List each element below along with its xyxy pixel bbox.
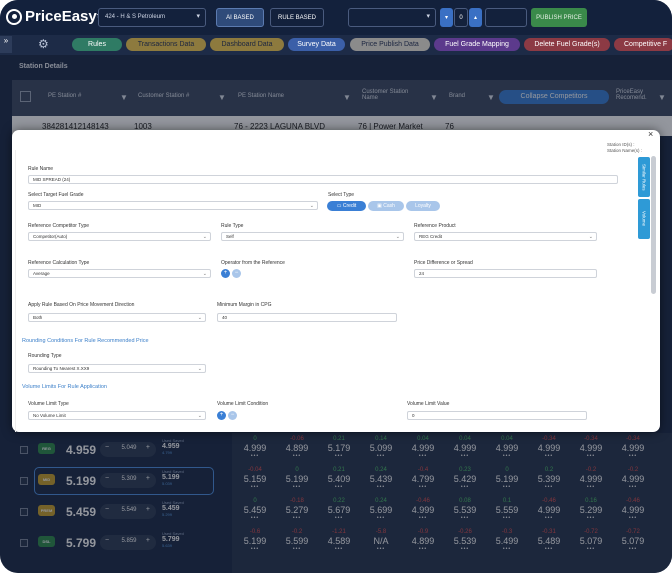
type-cash-button[interactable]: ▣ Cash bbox=[368, 201, 404, 211]
priceeasy-logo: PriceEasyTM bbox=[6, 8, 104, 25]
min-margin-input[interactable]: 40 bbox=[217, 313, 397, 322]
operator-minus-button[interactable]: − bbox=[232, 269, 241, 278]
rule-name-input[interactable]: MID SPREAD (24) bbox=[28, 175, 618, 184]
ref-product-value: REG Credit bbox=[419, 234, 443, 239]
min-margin-label: Minimum Margin in CPG bbox=[217, 302, 272, 308]
top-bar: PriceEasyTM 424 - H & S Petroleum ▾ AI BA… bbox=[0, 0, 672, 35]
decrement-button[interactable]: ▾ bbox=[440, 8, 453, 27]
chevron-down-icon: ⌄ bbox=[309, 203, 314, 209]
rule-type-label: Rule Type bbox=[221, 223, 244, 229]
filter-select[interactable]: ▾ bbox=[348, 8, 436, 27]
rounding-type-select[interactable]: Rounding To Nearest X.XX9 ⌄ bbox=[28, 364, 206, 373]
rule-type-value: Self bbox=[226, 234, 234, 239]
tab-survey-data[interactable]: Survey Data bbox=[288, 38, 345, 51]
volume-type-value: No Volume Limit bbox=[33, 413, 66, 418]
apply-rule-label: Apply Rule Based On Price Movement Direc… bbox=[28, 302, 135, 308]
tab-fuel-grade-mapping[interactable]: Fuel Grade Mapping bbox=[434, 38, 520, 51]
rule-name-label: Rule Name bbox=[28, 166, 54, 172]
logo-text: PriceEasy bbox=[25, 8, 97, 25]
ref-competitor-label: Reference Competitor Type bbox=[28, 223, 90, 229]
store-select-value: 424 - H & S Petroleum bbox=[105, 14, 166, 20]
station-ids-label: Station ID(s) : bbox=[607, 142, 635, 147]
rule-modal: × Station ID(s) : Station Name(s) : Rule… bbox=[12, 129, 660, 432]
tab-price-publish-data[interactable]: Price Publish Data bbox=[350, 38, 430, 51]
rule-type-select[interactable]: Self ⌄ bbox=[221, 232, 404, 241]
volume-section-title: Volume Limits For Rule Application bbox=[22, 384, 107, 390]
tab-competitive[interactable]: Competitive F bbox=[614, 38, 672, 51]
volume-type-label: Volume Limit Type bbox=[28, 401, 69, 407]
volume-minus-button[interactable]: − bbox=[228, 411, 237, 420]
ref-calc-label: Reference Calculation Type bbox=[28, 260, 90, 266]
type-loyalty-button[interactable]: Loyalty bbox=[406, 201, 440, 211]
tab-rules[interactable]: Rules bbox=[72, 38, 122, 51]
price-diff-label: Price Difference or Spread bbox=[414, 260, 473, 266]
chevron-down-icon: ⌄ bbox=[395, 234, 400, 240]
price-input[interactable] bbox=[485, 8, 527, 27]
tab-dashboard-data[interactable]: Dashboard Data bbox=[210, 38, 284, 51]
operator-label: Operator from the Reference bbox=[221, 260, 285, 266]
tab-delete-fuel-grades[interactable]: Delete Fuel Grade(s) bbox=[524, 38, 610, 51]
ref-product-label: Reference Product bbox=[414, 223, 456, 229]
rounding-section-title: Rounding Conditions For Rule Recommended… bbox=[22, 338, 149, 344]
ref-product-select[interactable]: REG Credit ⌄ bbox=[414, 232, 597, 241]
ai-based-button[interactable]: AI BASED bbox=[216, 8, 264, 27]
chevron-down-icon: ⌄ bbox=[202, 271, 207, 277]
rounding-type-label: Rounding Type bbox=[28, 353, 62, 359]
chevron-down-icon: ⌄ bbox=[202, 234, 207, 240]
ref-calc-select[interactable]: Average ⌄ bbox=[28, 269, 211, 278]
target-fuel-select[interactable]: MID ⌄ bbox=[28, 201, 318, 210]
operator-plus-button[interactable]: + bbox=[221, 269, 230, 278]
counter-value: 0 bbox=[454, 8, 468, 27]
volume-tab[interactable]: Volume bbox=[638, 199, 650, 239]
volume-condition-label: Volume Limit Condition bbox=[217, 401, 269, 407]
type-credit-button[interactable]: ▭ Credit bbox=[327, 201, 366, 211]
type-cash-label: Cash bbox=[383, 203, 395, 209]
volume-type-select[interactable]: No Volume Limit ⌄ bbox=[28, 411, 206, 420]
chevron-down-icon: ⌄ bbox=[197, 366, 202, 372]
type-credit-label: Credit bbox=[342, 203, 357, 209]
similar-rules-tab[interactable]: Similar Rules bbox=[638, 157, 650, 197]
chevron-down-icon: ⌄ bbox=[197, 413, 202, 419]
expand-sidebar-icon[interactable]: » bbox=[0, 36, 12, 53]
volume-plus-button[interactable]: + bbox=[217, 411, 226, 420]
logo-icon bbox=[6, 8, 22, 25]
card-icon: ▭ bbox=[336, 203, 342, 209]
chevron-down-icon: ⌄ bbox=[588, 234, 593, 240]
rounding-type-value: Rounding To Nearest X.XX9 bbox=[33, 366, 90, 371]
target-fuel-label: Select Target Fuel Grade bbox=[28, 192, 84, 198]
select-type-label: Select Type bbox=[328, 192, 355, 198]
volume-value-label: Volume Limit Value bbox=[407, 401, 450, 407]
close-icon[interactable]: × bbox=[648, 129, 653, 139]
increment-button[interactable]: ▴ bbox=[469, 8, 482, 27]
publish-price-button[interactable]: PUBLISH PRICE bbox=[531, 8, 587, 27]
cash-icon: ▣ bbox=[377, 203, 382, 209]
chevron-down-icon: ⌄ bbox=[197, 315, 202, 321]
chevron-down-icon: ▾ bbox=[196, 13, 200, 20]
rule-based-button[interactable]: RULE BASED bbox=[270, 8, 324, 27]
modal-scrollbar[interactable] bbox=[651, 156, 656, 294]
ref-calc-value: Average bbox=[33, 271, 50, 276]
volume-value-input[interactable]: 0 bbox=[407, 411, 587, 420]
ref-competitor-value: Competitor(Auto) bbox=[33, 234, 68, 239]
ref-competitor-select[interactable]: Competitor(Auto) ⌄ bbox=[28, 232, 211, 241]
modal-form bbox=[15, 150, 637, 432]
store-select[interactable]: 424 - H & S Petroleum ▾ bbox=[98, 8, 206, 27]
apply-rule-select[interactable]: Both ⌄ bbox=[28, 313, 206, 322]
apply-rule-value: Both bbox=[33, 315, 43, 320]
tab-transactions-data[interactable]: Transactions Data bbox=[126, 38, 206, 51]
price-diff-input[interactable]: 24 bbox=[414, 269, 597, 278]
chevron-down-icon: ▾ bbox=[426, 13, 430, 20]
target-fuel-value: MID bbox=[33, 203, 42, 208]
gear-icon[interactable]: ⚙ bbox=[38, 37, 49, 51]
